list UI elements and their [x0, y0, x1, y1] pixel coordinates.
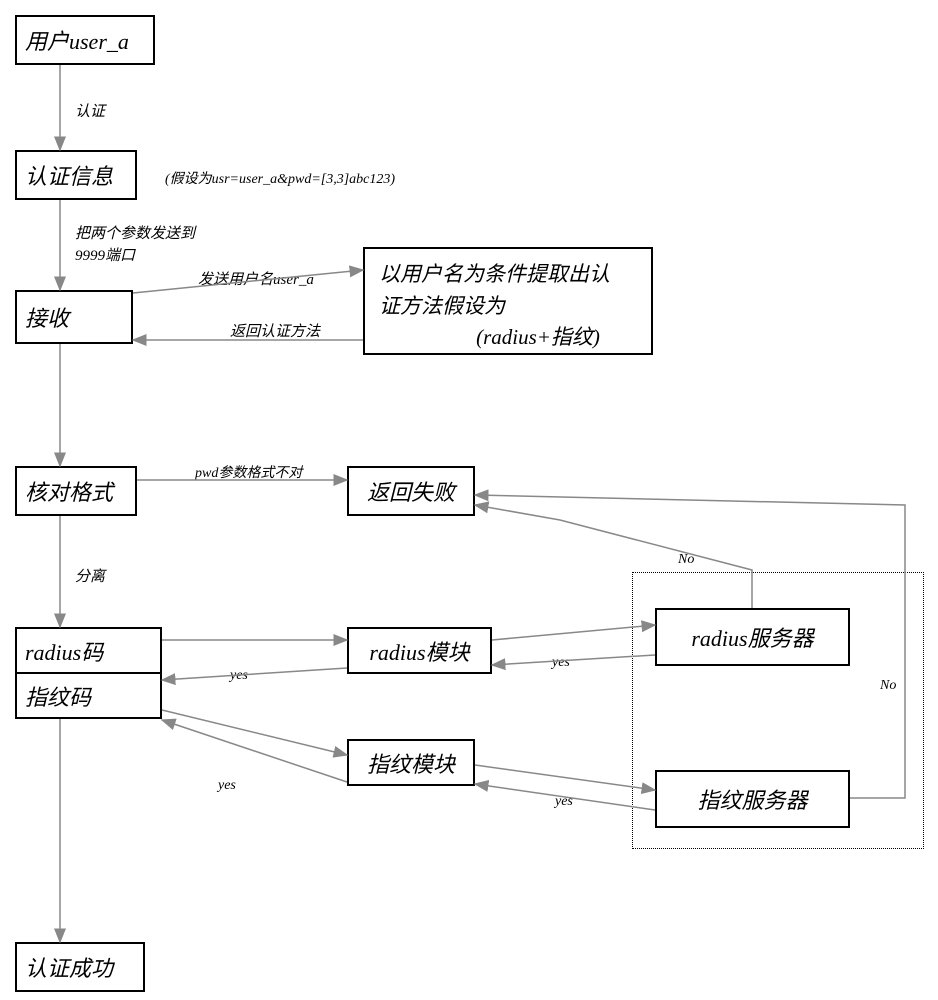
label-yes1: yes	[230, 668, 248, 684]
label-send9999-2: 9999端口	[75, 244, 135, 265]
label-yes2: yes	[552, 655, 570, 671]
label-auth: 认证	[75, 100, 105, 121]
node-receive-text: 接收	[25, 301, 69, 333]
authinfo-note: (假设为usr=user_a&pwd=[3,3]abc123)	[165, 168, 395, 188]
node-radiuscode-text: radius码	[25, 635, 103, 667]
extract-line2: 证方法假设为	[379, 291, 505, 323]
label-pwdbad: pwd参数格式不对	[195, 462, 302, 482]
node-user: 用户user_a	[15, 15, 155, 65]
node-check: 核对格式	[15, 466, 137, 516]
label-retmethod: 返回认证方法	[230, 320, 320, 341]
label-yes4: yes	[555, 794, 573, 810]
label-split: 分离	[75, 565, 105, 586]
label-senduser: 发送用户名user_a	[198, 268, 314, 289]
flowchart-canvas: 用户user_a 认证信息 (假设为usr=user_a&pwd=[3,3]ab…	[0, 0, 938, 1000]
node-success-text: 认证成功	[25, 951, 113, 983]
node-radiussrv-text: radius服务器	[691, 621, 813, 653]
label-send9999-1: 把两个参数发送到	[75, 222, 195, 243]
extract-line1: 以用户名为条件提取出认	[379, 259, 610, 291]
node-radiusmod: radius模块	[347, 627, 492, 674]
node-fail: 返回失败	[347, 466, 475, 516]
extract-line3: (radius+指纹)	[476, 322, 600, 354]
node-success: 认证成功	[15, 942, 145, 992]
label-no2: No	[880, 678, 896, 694]
label-no1: No	[678, 552, 694, 568]
node-receive: 接收	[15, 290, 133, 344]
node-radiussrv: radius服务器	[655, 608, 850, 666]
node-radiusmod-text: radius模块	[369, 635, 469, 667]
node-fpcode: 指纹码	[15, 672, 162, 719]
node-fpcode-text: 指纹码	[25, 680, 91, 712]
node-authinfo: 认证信息	[15, 150, 137, 200]
node-fpsrv-text: 指纹服务器	[697, 783, 807, 815]
node-radiuscode: radius码	[15, 627, 162, 674]
node-user-text: 用户user_a	[25, 24, 129, 56]
label-yes3: yes	[218, 778, 236, 794]
node-fpsrv: 指纹服务器	[655, 770, 850, 828]
node-fpmod-text: 指纹模块	[367, 747, 455, 779]
node-check-text: 核对格式	[25, 475, 113, 507]
node-extract: 以用户名为条件提取出认 证方法假设为 (radius+指纹)	[363, 247, 653, 355]
node-authinfo-text: 认证信息	[25, 159, 113, 191]
node-fail-text: 返回失败	[367, 475, 455, 507]
node-fpmod: 指纹模块	[347, 739, 475, 786]
